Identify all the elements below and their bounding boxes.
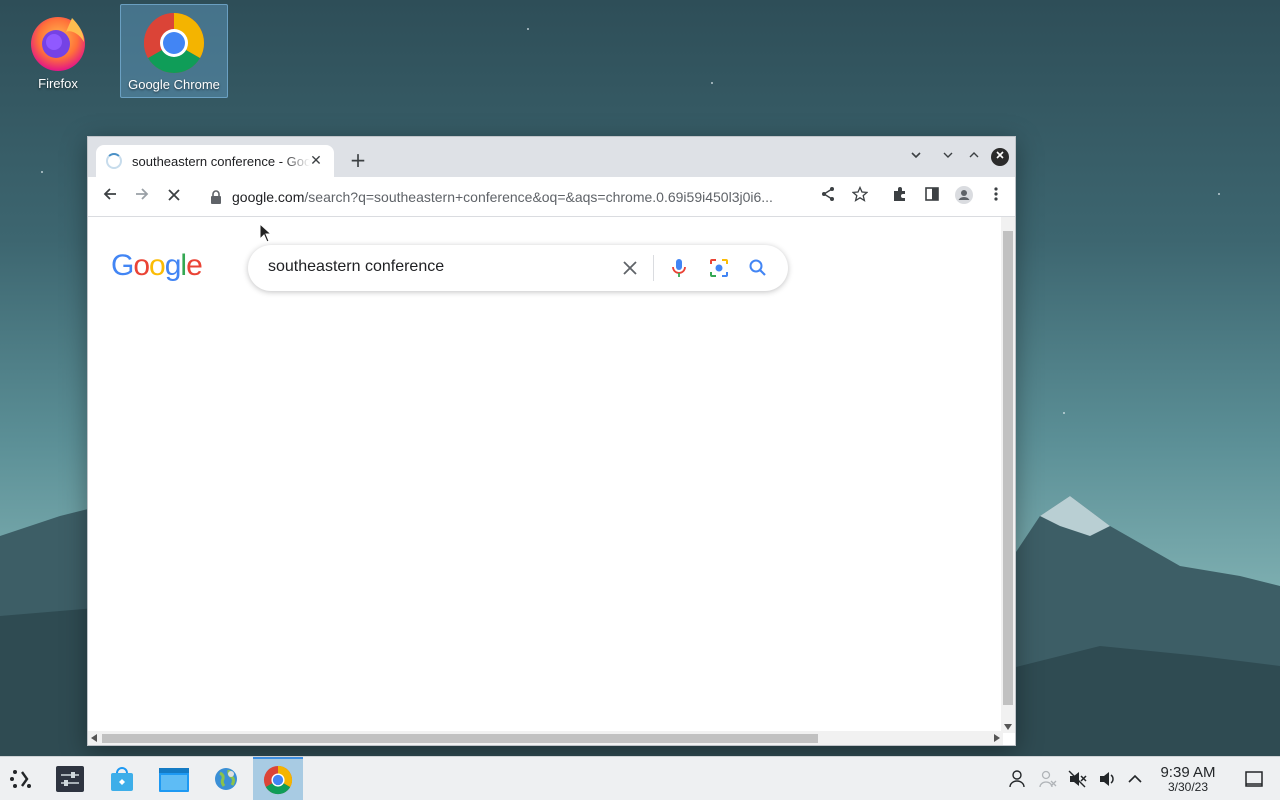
scroll-down-arrow-icon[interactable] xyxy=(1004,724,1012,730)
taskbar-discover[interactable] xyxy=(100,757,144,800)
side-panel-icon xyxy=(925,187,939,201)
google-logo[interactable]: Google xyxy=(111,249,203,283)
clock-time: 9:39 AM xyxy=(1160,764,1216,781)
profile-button[interactable] xyxy=(952,185,976,209)
volume-icon[interactable] xyxy=(1097,769,1117,789)
desktop-icon-label: Firefox xyxy=(38,76,78,91)
speaker-muted-icon[interactable] xyxy=(1067,769,1087,789)
maximize-button[interactable] xyxy=(964,147,984,167)
share-icon xyxy=(822,187,834,201)
star-icon xyxy=(851,185,869,202)
divider xyxy=(653,255,654,281)
scroll-right-arrow-icon[interactable] xyxy=(994,734,1000,742)
star xyxy=(527,28,529,30)
taskbar-system-settings[interactable] xyxy=(48,757,92,800)
bookmark-button[interactable] xyxy=(848,185,872,209)
settings-icon xyxy=(56,766,84,792)
firefox-icon xyxy=(31,17,85,71)
desktop-icon-chrome[interactable]: Google Chrome xyxy=(120,4,228,98)
avatar-icon xyxy=(955,186,973,204)
loading-spinner-icon xyxy=(106,153,122,169)
desktop-icon-firefox[interactable]: Firefox xyxy=(4,4,112,98)
microphone-icon[interactable] xyxy=(667,256,691,280)
network-disconnected-icon[interactable] xyxy=(1038,769,1058,789)
close-icon xyxy=(168,189,180,201)
tab-strip: southeastern conference - Google Search … xyxy=(88,137,1015,177)
new-tab-button[interactable]: + xyxy=(346,149,370,173)
tab-title: southeastern conference - Google Search xyxy=(132,153,310,169)
search-input[interactable]: southeastern conference xyxy=(268,258,444,276)
minimize-icon xyxy=(943,152,953,158)
taskbar-file-manager[interactable] xyxy=(152,757,196,800)
star xyxy=(41,171,43,173)
arrow-left-icon xyxy=(103,188,116,200)
search-box[interactable]: southeastern conference xyxy=(248,245,788,291)
horizontal-scrollbar[interactable] xyxy=(88,731,1003,745)
url-host: google.com xyxy=(232,189,305,205)
minimize-button[interactable] xyxy=(938,147,958,167)
scroll-left-arrow-icon[interactable] xyxy=(91,734,97,742)
clear-search-icon[interactable] xyxy=(618,256,642,280)
page-content: Google southeastern conference xyxy=(88,217,1003,733)
lock-icon xyxy=(211,190,221,204)
user-icon[interactable] xyxy=(1007,769,1027,789)
chrome-window: southeastern conference - Google Search … xyxy=(87,136,1016,746)
back-button[interactable] xyxy=(98,185,122,209)
system-clock[interactable]: 9:39 AM 3/30/23 xyxy=(1150,764,1226,794)
address-bar[interactable]: google.com/search?q=southeastern+confere… xyxy=(200,181,900,213)
chrome-icon xyxy=(143,12,205,74)
search-icon[interactable] xyxy=(746,256,770,280)
close-window-button[interactable] xyxy=(991,148,1009,166)
star xyxy=(1218,193,1220,195)
forward-button[interactable] xyxy=(130,185,154,209)
share-button[interactable] xyxy=(816,185,840,209)
taskbar: 9:39 AM 3/30/23 xyxy=(0,756,1280,800)
maximize-icon xyxy=(969,152,979,158)
vertical-scrollbar[interactable] xyxy=(1001,217,1015,733)
globe-icon xyxy=(215,768,237,790)
stop-loading-button[interactable] xyxy=(162,185,186,209)
url-path: /search?q=southeastern+conference&oq=&aq… xyxy=(304,189,773,205)
scrollbar-thumb[interactable] xyxy=(1003,231,1013,705)
menu-button[interactable] xyxy=(984,185,1008,209)
url-text[interactable]: google.com/search?q=southeastern+confere… xyxy=(232,189,812,205)
mouse-cursor-icon xyxy=(259,223,273,243)
browser-toolbar: google.com/search?q=southeastern+confere… xyxy=(88,177,1015,217)
application-launcher-button[interactable] xyxy=(0,757,44,800)
show-desktop-icon[interactable] xyxy=(1244,769,1264,789)
puzzle-icon xyxy=(894,187,905,201)
chrome-icon xyxy=(263,765,293,795)
taskbar-chrome[interactable] xyxy=(253,757,303,800)
clock-date: 3/30/23 xyxy=(1167,780,1209,794)
chevron-down-icon xyxy=(911,152,921,159)
extensions-button[interactable] xyxy=(888,185,912,209)
tab-google-search[interactable]: southeastern conference - Google Search … xyxy=(96,145,334,177)
close-icon xyxy=(996,151,1004,159)
store-bag-icon xyxy=(111,767,133,791)
launcher-icon xyxy=(10,770,31,788)
scrollbar-thumb[interactable] xyxy=(102,734,818,743)
side-panel-button[interactable] xyxy=(920,185,944,209)
tab-search-button[interactable] xyxy=(906,147,926,167)
camera-lens-icon[interactable] xyxy=(707,256,731,280)
kebab-menu-icon xyxy=(994,187,998,201)
taskbar-network-browser[interactable] xyxy=(204,757,248,800)
chevron-up-icon[interactable] xyxy=(1125,769,1145,789)
arrow-right-icon xyxy=(136,188,149,200)
tab-close-icon[interactable]: ✕ xyxy=(306,151,326,171)
folder-icon xyxy=(159,768,189,792)
desktop-icon-label: Google Chrome xyxy=(128,77,220,92)
star xyxy=(1063,412,1065,414)
star xyxy=(711,82,713,84)
